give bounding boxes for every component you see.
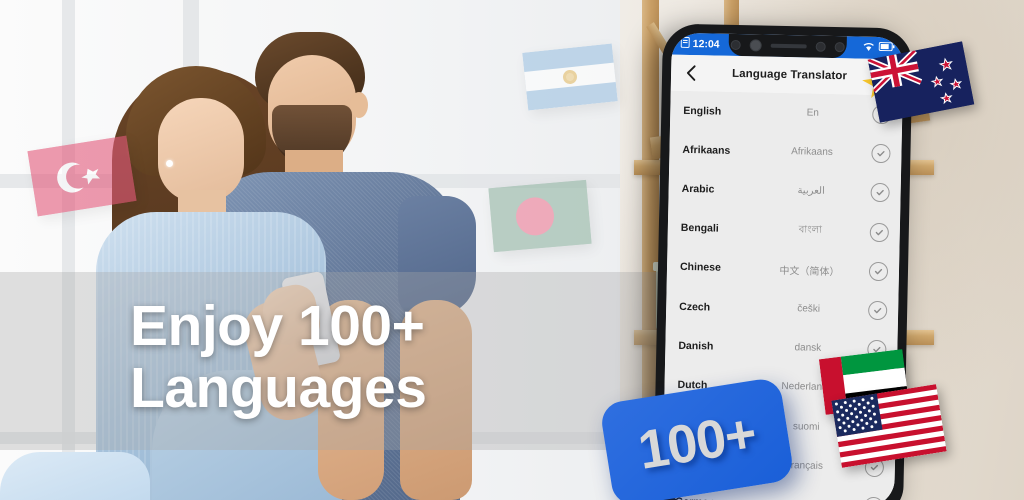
language-native-name: En [806,107,820,119]
language-row[interactable]: Bengali বাংলা [667,208,900,252]
language-name: Danish [678,339,714,353]
document-icon [680,36,690,51]
flag-bangladesh-icon [488,179,592,253]
language-name: English [683,104,722,118]
check-circle-icon[interactable] [868,261,889,282]
headline-line-1: Enjoy 100+ [130,294,425,358]
language-name: Czech [679,300,711,314]
flag-argentina-icon [522,43,618,111]
language-native-name: češki [797,303,821,315]
language-row[interactable]: English En [670,91,903,135]
language-name: Chinese [679,261,722,275]
language-native-name: বাংলা [798,223,823,236]
camera-icon [730,39,741,51]
promo-banner: Enjoy 100+ Languages 12:04 Language Tran… [0,0,1024,500]
language-native-name: dansk [794,342,822,355]
check-circle-icon[interactable] [869,222,890,242]
woman-face [158,98,244,202]
check-circle-icon[interactable] [871,144,891,164]
language-name: Bengali [680,222,719,235]
language-name: Arabic [681,182,715,196]
blanket [0,452,150,500]
man-ear [350,92,368,118]
check-circle-icon[interactable] [867,300,888,321]
back-chevron-icon[interactable] [678,60,705,87]
count-badge-label: 100+ [634,403,760,481]
status-time: 12:04 [692,38,720,51]
camera-icon [749,39,762,52]
headline-line-2: Languages [130,355,427,420]
language-native-name: Afrikaans [791,146,833,159]
language-native-name: العربية [797,185,825,198]
phone-notch [728,33,847,59]
camera-icon [815,41,826,52]
language-row[interactable]: Chinese 中文（简体） [667,247,900,291]
check-circle-icon[interactable] [870,183,890,203]
language-native-name: 中文（简体） [779,265,840,279]
language-row[interactable]: Arabic العربية [668,169,901,213]
app-bar-title: Language Translator [731,67,848,83]
language-row[interactable]: Czech češki [666,287,899,331]
camera-icon [834,42,845,53]
language-name: Afrikaans [682,143,731,157]
language-row[interactable]: Afrikaans Afrikaans [669,130,902,174]
wifi-icon [863,41,875,54]
battery-icon [878,41,895,54]
page-title: Enjoy 100+ Languages [130,294,550,420]
woman-earring [166,160,173,167]
language-name: German [675,496,753,500]
earpiece-speaker [770,43,807,49]
